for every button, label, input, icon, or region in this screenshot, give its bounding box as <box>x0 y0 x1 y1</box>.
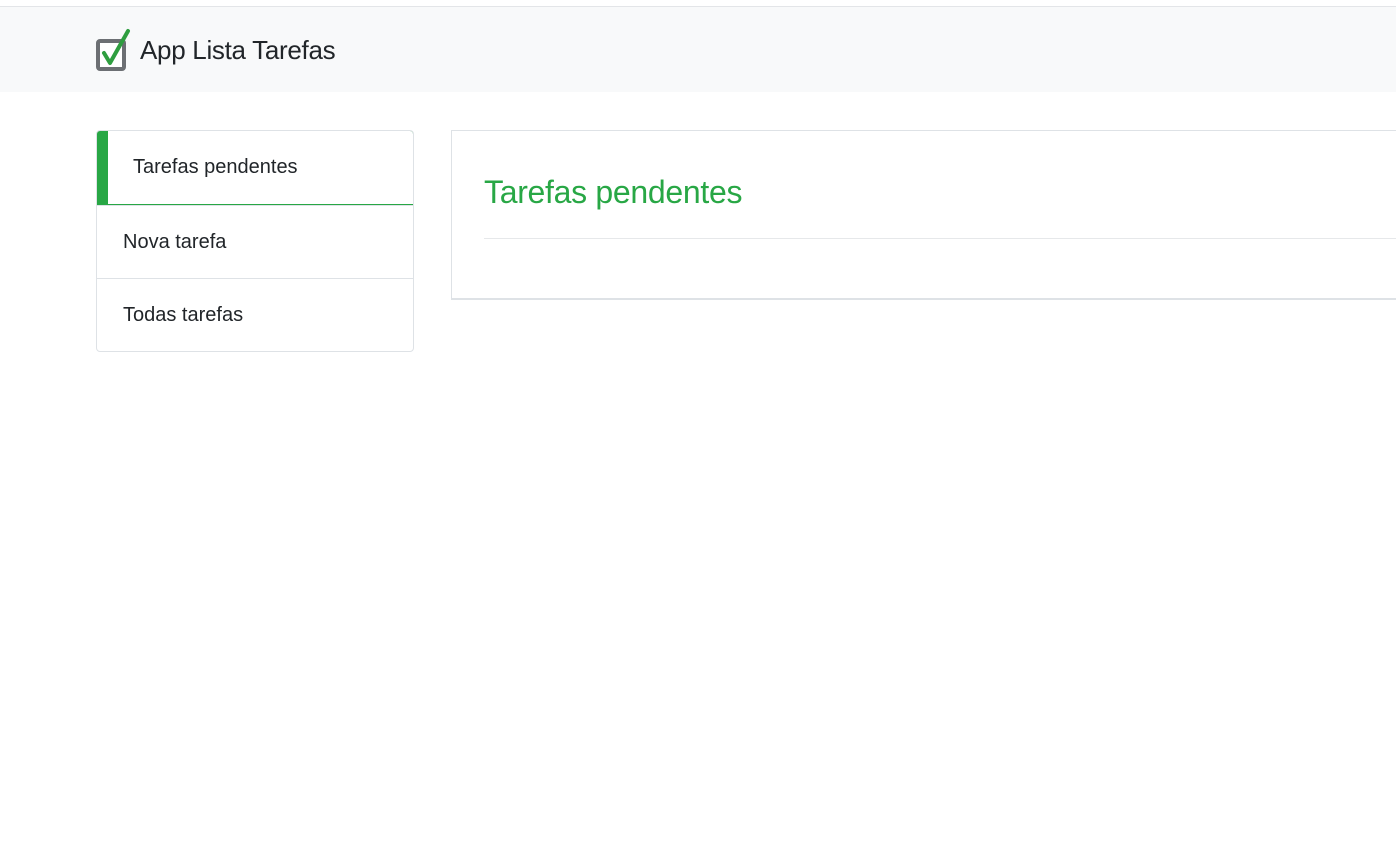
title-divider <box>484 238 1396 239</box>
sidebar-item-tarefas-pendentes[interactable]: Tarefas pendentes <box>97 131 413 205</box>
page-title: Tarefas pendentes <box>484 174 743 210</box>
checkbox-check-icon <box>96 29 130 71</box>
app-title: App Lista Tarefas <box>140 35 336 65</box>
navbar: App Lista Tarefas <box>0 7 1396 92</box>
sidebar-menu: Tarefas pendentes Nova tarefa Todas tare… <box>96 130 414 352</box>
brand-link[interactable]: App Lista Tarefas <box>95 27 336 73</box>
sidebar-item-label: Tarefas pendentes <box>133 156 298 178</box>
sidebar-item-label: Todas tarefas <box>123 303 244 326</box>
sidebar-item-nova-tarefa[interactable]: Nova tarefa <box>97 205 413 278</box>
main-panel: Tarefas pendentes <box>451 130 1396 300</box>
window-top-edge <box>0 0 1396 7</box>
sidebar-item-label: Nova tarefa <box>123 230 227 253</box>
sidebar-item-todas-tarefas[interactable]: Todas tarefas <box>97 278 413 351</box>
